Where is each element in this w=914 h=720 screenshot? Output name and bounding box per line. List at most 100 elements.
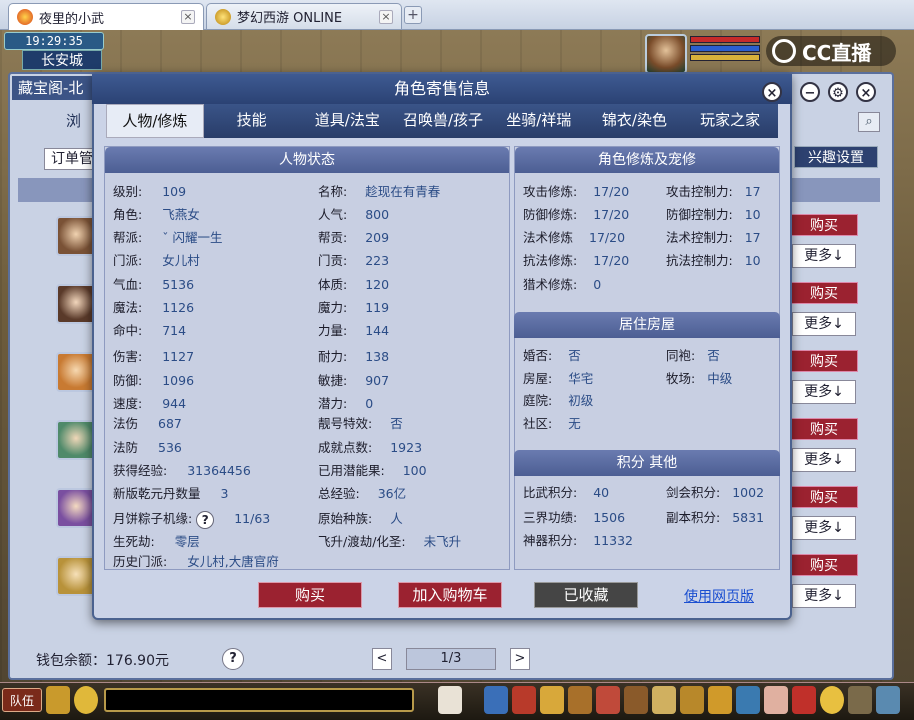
stat-row: 防御修炼: 17/20 <box>523 204 629 223</box>
team-button[interactable]: 队伍 <box>2 688 42 712</box>
browser-tab-2[interactable]: 梦幻西游 ONLINE × <box>206 3 402 29</box>
stat-row: 法防 536 <box>113 437 182 456</box>
stat-value: 女儿村 <box>162 253 200 268</box>
microphone-icon[interactable] <box>46 686 70 714</box>
stat-value: 138 <box>365 349 390 364</box>
close-icon[interactable]: × <box>762 82 782 102</box>
pet-list-icon[interactable] <box>624 686 648 714</box>
tab-skills[interactable]: 技能 <box>203 104 300 138</box>
task-icon[interactable] <box>652 686 676 714</box>
stat-row: 猎术修炼: 0 <box>523 274 601 293</box>
stat-row: 房屋: 华宅 <box>523 368 593 387</box>
stat-value: 中级 <box>707 371 733 386</box>
tab-character[interactable]: 人物/修炼 <box>106 104 204 138</box>
new-tab-button[interactable]: + <box>404 6 422 24</box>
attack-icon[interactable] <box>484 686 508 714</box>
gift-icon[interactable] <box>764 686 788 714</box>
buy-button[interactable]: 购买 <box>790 214 858 236</box>
stat-label: 猎术修炼: <box>523 277 578 292</box>
close-icon[interactable]: × <box>856 82 876 102</box>
stat-row: 副本积分: 5831 <box>666 507 764 526</box>
stat-value: 华宅 <box>568 371 594 386</box>
more-button[interactable]: 更多↓ <box>792 244 856 268</box>
stat-label: 飞升/渡劫/化圣: <box>318 534 406 549</box>
bell-icon[interactable] <box>708 686 732 714</box>
stat-value: 否 <box>568 348 581 363</box>
friend-icon[interactable] <box>736 686 760 714</box>
stat-row: 新版乾元丹数量 3 <box>113 483 228 502</box>
buy-button[interactable]: 购买 <box>790 418 858 440</box>
player-avatar[interactable] <box>645 34 687 74</box>
more-button[interactable]: 更多↓ <box>792 448 856 472</box>
tab-pets[interactable]: 召唤兽/孩子 <box>395 104 491 138</box>
tab-outfits[interactable]: 锦衣/染色 <box>586 104 683 138</box>
help-icon[interactable]: ? <box>222 648 244 670</box>
stat-row: 庭院: 初级 <box>523 390 593 409</box>
tab-home[interactable]: 玩家之家 <box>682 104 779 138</box>
stat-value: 5136 <box>162 277 195 292</box>
trade-icon[interactable] <box>568 686 592 714</box>
close-icon[interactable]: × <box>379 9 393 24</box>
stat-label: 角色: <box>113 207 143 222</box>
tab-mounts[interactable]: 坐骑/祥瑞 <box>490 104 587 138</box>
tab-items[interactable]: 道具/法宝 <box>299 104 396 138</box>
stat-label: 敏捷: <box>318 373 348 388</box>
search-icon[interactable]: ⌕ <box>858 112 880 132</box>
current-city[interactable]: 长安城 <box>22 50 102 70</box>
stat-row: 伤害: 1127 <box>113 346 194 365</box>
minimize-icon[interactable]: − <box>800 82 820 102</box>
role-avatar[interactable] <box>56 488 96 528</box>
role-avatar[interactable] <box>56 420 96 460</box>
stat-row: 同袍: 否 <box>666 345 720 364</box>
stat-label: 法术控制力: <box>666 230 733 245</box>
stat-row: 神器积分: 11332 <box>523 530 633 549</box>
close-icon[interactable]: × <box>181 10 195 24</box>
stat-row: 防御: 1096 <box>113 370 194 389</box>
more-button[interactable]: 更多↓ <box>792 312 856 336</box>
interest-settings-button[interactable]: 兴趣设置 <box>794 146 878 168</box>
chat-input[interactable] <box>104 688 414 712</box>
role-avatar[interactable] <box>56 216 96 256</box>
guild-icon[interactable] <box>680 686 704 714</box>
browser-tab-1[interactable]: 夜里的小武 × <box>8 3 204 30</box>
market-browse-tab[interactable]: 浏 <box>66 110 81 131</box>
stat-label: 法防 <box>113 440 139 455</box>
stat-value: 223 <box>365 253 390 268</box>
next-page-button[interactable]: > <box>510 648 530 670</box>
system-icon[interactable] <box>848 686 872 714</box>
stat-value: 否 <box>390 416 403 431</box>
buy-button[interactable]: 购买 <box>258 582 362 608</box>
stat-row: 气血: 5136 <box>113 274 194 293</box>
stat-value: 人 <box>390 511 403 526</box>
add-to-cart-button[interactable]: 加入购物车 <box>398 582 502 608</box>
more-button[interactable]: 更多↓ <box>792 516 856 540</box>
gear-icon[interactable]: ⚙ <box>828 82 848 102</box>
stat-label: 防御修炼: <box>523 207 578 222</box>
prev-page-button[interactable]: < <box>372 648 392 670</box>
pet-icon[interactable] <box>438 686 462 714</box>
buy-button[interactable]: 购买 <box>790 282 858 304</box>
role-avatar[interactable] <box>56 556 96 596</box>
web-version-link[interactable]: 使用网页版 <box>684 586 754 606</box>
computer-icon[interactable] <box>876 686 900 714</box>
stat-value: 17/20 <box>593 207 630 222</box>
stat-row: 历史门派: 女儿村,大唐官府 <box>113 551 279 570</box>
activity-icon[interactable] <box>792 686 816 714</box>
role-avatar[interactable] <box>56 284 96 324</box>
face-icon[interactable] <box>820 686 844 714</box>
buy-button[interactable]: 购买 <box>790 350 858 372</box>
team-icon[interactable] <box>596 686 620 714</box>
more-button[interactable]: 更多↓ <box>792 380 856 404</box>
favorited-button[interactable]: 已收藏 <box>534 582 638 608</box>
chat-bubble-icon[interactable] <box>74 686 98 714</box>
stat-row: 比武积分: 40 <box>523 482 609 501</box>
buy-button[interactable]: 购买 <box>790 554 858 576</box>
stat-row: 魔法: 1126 <box>113 297 194 316</box>
help-icon[interactable]: ? <box>196 510 215 529</box>
item-icon[interactable] <box>512 686 536 714</box>
more-button[interactable]: 更多↓ <box>792 584 856 608</box>
role-avatar[interactable] <box>56 352 96 392</box>
buy-button[interactable]: 购买 <box>790 486 858 508</box>
game-clock: 19:29:35 <box>4 32 104 50</box>
give-icon[interactable] <box>540 686 564 714</box>
